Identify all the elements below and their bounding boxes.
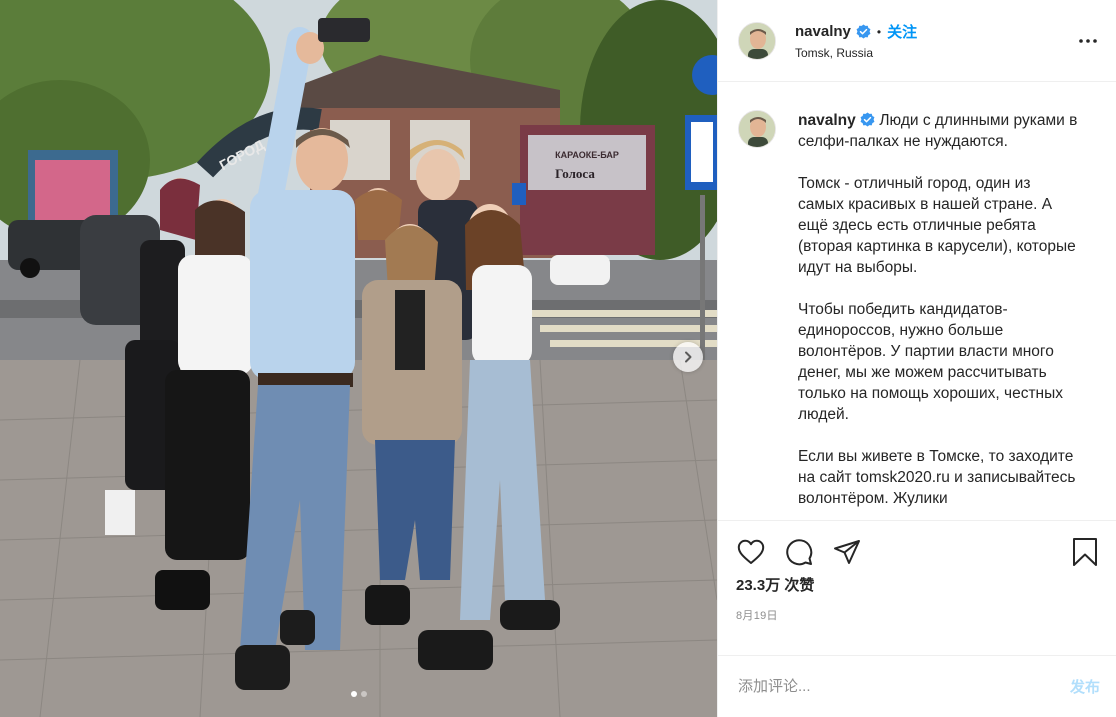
post-comment-button[interactable]: 发布 xyxy=(1070,676,1100,697)
avatar-image xyxy=(739,22,775,59)
post-side-panel: navalny • 关注 Tomsk, Russia navalny Люди … xyxy=(717,0,1116,717)
comment-form: 发布 xyxy=(718,655,1116,717)
billboard-title: КАРАОКЕ-БАР xyxy=(555,150,619,160)
caption-avatar-image xyxy=(739,111,775,147)
caption-paragraph-3: Чтобы победить кандидатов-единороссов, н… xyxy=(798,301,1064,423)
caption-username[interactable]: navalny xyxy=(798,112,856,129)
verified-badge-icon xyxy=(856,24,871,39)
author-avatar[interactable] xyxy=(738,21,776,60)
carousel-next-button[interactable] xyxy=(673,342,703,372)
caption-verified-badge-icon xyxy=(860,112,875,127)
post-date[interactable]: 8月19日 xyxy=(736,607,1100,623)
caption-paragraph-1: navalny Люди с длинными руками в селфи-п… xyxy=(798,110,1078,152)
post-location[interactable]: Tomsk, Russia xyxy=(795,46,1076,60)
billboard-name: Голоса xyxy=(555,166,595,181)
post-header: navalny • 关注 Tomsk, Russia xyxy=(718,0,1116,82)
photo-scene: КАРАОКЕ-БАР Голоса ГОРОД xyxy=(0,0,717,717)
bookmark-icon xyxy=(1073,538,1097,566)
follow-button[interactable]: 关注 xyxy=(887,21,917,42)
carousel-dot-1 xyxy=(350,691,357,697)
caption-paragraph-2: Томск - отличный город, один из самых кр… xyxy=(798,175,1076,276)
caption-paragraph-4: Если вы живете в Томске, то заходите на … xyxy=(798,448,1076,507)
more-options-button[interactable] xyxy=(1076,29,1100,53)
post-dialog: КАРАОКЕ-БАР Голоса ГОРОД navalny • 关注 To… xyxy=(0,0,1116,717)
like-button[interactable] xyxy=(736,537,766,567)
author-username[interactable]: navalny xyxy=(795,23,851,40)
comment-bubble-icon xyxy=(786,539,813,566)
comment-input[interactable] xyxy=(738,678,1070,695)
action-bar xyxy=(736,521,1100,573)
carousel-indicator xyxy=(0,691,717,697)
more-options-icon xyxy=(1079,38,1097,43)
post-photo[interactable]: КАРАОКЕ-БАР Голоса ГОРОД xyxy=(0,0,717,717)
author-info: navalny • 关注 Tomsk, Russia xyxy=(795,22,1076,60)
likes-count[interactable]: 23.3万 次赞 xyxy=(736,574,1100,595)
heart-icon xyxy=(737,539,765,564)
caption-avatar[interactable] xyxy=(738,110,776,148)
share-button[interactable] xyxy=(832,537,862,567)
header-separator: • xyxy=(876,24,882,39)
actions-section: 23.3万 次赞 8月19日 xyxy=(718,520,1116,655)
save-button[interactable] xyxy=(1070,537,1100,567)
chevron-right-icon xyxy=(685,351,692,363)
comment-button[interactable] xyxy=(784,537,814,567)
caption-section: navalny Люди с длинными руками в селфи-п… xyxy=(718,82,1116,520)
paper-plane-icon xyxy=(834,540,860,564)
caption-text: navalny Люди с длинными руками в селфи-п… xyxy=(798,110,1078,520)
carousel-dot-2 xyxy=(360,691,367,697)
